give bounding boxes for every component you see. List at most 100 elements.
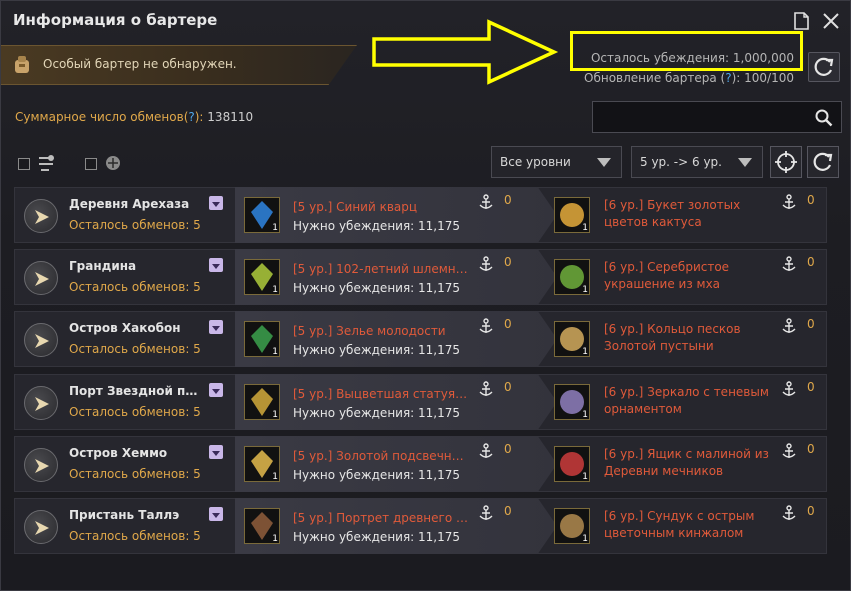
shadow-mirror-icon[interactable]: 1: [554, 384, 590, 420]
faded-statue-icon[interactable]: 1: [244, 384, 280, 420]
navigate-button[interactable]: [24, 323, 58, 357]
skullcap-plant-icon[interactable]: 1: [244, 259, 280, 295]
give-stock-count: 0: [504, 193, 512, 207]
receive-item-name[interactable]: [6 ур.] Кольцо песков Золотой пустыни: [604, 321, 784, 355]
filter-checkbox-2[interactable]: [85, 158, 97, 170]
conviction-required: Нужно убеждения: 11,175: [293, 281, 461, 295]
receive-stock-count: 0: [807, 193, 815, 207]
expand-chevron-icon[interactable]: [209, 196, 223, 210]
ancient-portrait-icon[interactable]: 1: [244, 508, 280, 544]
close-icon[interactable]: [821, 11, 841, 31]
receive-item-name[interactable]: [6 ур.] Ящик с малиной из Деревни мечник…: [604, 446, 784, 480]
moss-ornament-icon[interactable]: 1: [554, 259, 590, 295]
total-exchanges-sep: ):: [194, 110, 208, 124]
total-exchanges-value: 138110: [207, 110, 254, 124]
search-input[interactable]: [592, 101, 842, 133]
golden-cactus-bouquet-icon[interactable]: 1: [554, 197, 590, 233]
town-name: Остров Хеммо: [69, 446, 168, 460]
barter-route-icon: [39, 155, 54, 171]
expand-chevron-icon[interactable]: [209, 445, 223, 459]
navigate-arrow-icon: [35, 521, 49, 535]
exchanges-left: Осталось обменов: 5: [69, 467, 201, 481]
anchor-icon: [479, 505, 493, 520]
item-count: 1: [272, 285, 278, 295]
barter-row[interactable]: Порт Звездной пол... Осталось обменов: 5…: [14, 374, 827, 430]
barter-row[interactable]: Пристань Таллэ Осталось обменов: 5 1 [5 …: [14, 498, 827, 554]
expand-chevron-icon[interactable]: [209, 258, 223, 272]
refresh-icon: [813, 152, 833, 171]
receive-stock-count: 0: [807, 255, 815, 269]
barter-refresh-suffix: ): 100/100: [731, 71, 794, 85]
exchanges-left: Осталось обменов: 5: [69, 218, 201, 232]
level-filter-label: Все уровни: [500, 155, 571, 169]
item-count: 1: [272, 410, 278, 420]
receive-item-name[interactable]: [6 ур.] Сундук с острым цветочным кинжал…: [604, 508, 784, 542]
navigate-button[interactable]: [24, 261, 58, 295]
blue-crystal-icon[interactable]: 1: [244, 197, 280, 233]
barter-row[interactable]: Остров Хеммо Осталось обменов: 5 1 [5 ур…: [14, 436, 827, 492]
refresh-icon: [814, 57, 834, 76]
item-count: 1: [272, 223, 278, 233]
barter-refresh-count: Обновление бартера (?): 100/100: [584, 71, 794, 85]
item-count: 1: [582, 534, 588, 544]
anchor-icon: [782, 505, 796, 520]
navigate-arrow-icon: [35, 272, 49, 286]
anchor-icon: [479, 194, 493, 209]
navigate-arrow-icon: [35, 334, 49, 348]
navigate-button[interactable]: [24, 448, 58, 482]
give-item-name[interactable]: [5 ур.] Выцветшая статуя ...: [293, 387, 468, 401]
navigate-button[interactable]: [24, 386, 58, 420]
navigate-button[interactable]: [24, 199, 58, 233]
give-stock-count: 0: [504, 380, 512, 394]
barter-refresh-button[interactable]: [808, 52, 840, 82]
raspberry-crate-icon[interactable]: 1: [554, 446, 590, 482]
receive-item-name[interactable]: [6 ур.] Зеркало с теневым орнаментом: [604, 384, 784, 418]
barter-row[interactable]: Деревня Арехаза Осталось обменов: 5 1 [5…: [14, 187, 827, 243]
conviction-required: Нужно убеждения: 11,175: [293, 530, 461, 544]
dagger-chest-icon[interactable]: 1: [554, 508, 590, 544]
level-filter-dropdown[interactable]: Все уровни: [491, 146, 622, 178]
golden-candlestick-icon[interactable]: 1: [244, 446, 280, 482]
filter-checkbox-1[interactable]: [18, 158, 30, 170]
give-stock-count: 0: [504, 255, 512, 269]
tier-filter-dropdown[interactable]: 5 ур. -> 6 ур.: [631, 146, 763, 178]
locate-button[interactable]: [770, 146, 802, 178]
conviction-required: Нужно убеждения: 11,175: [293, 468, 461, 482]
town-name: Грандина: [69, 259, 137, 273]
give-item-name[interactable]: [5 ур.] 102-летний шлемник: [293, 262, 468, 276]
barter-row[interactable]: Грандина Осталось обменов: 5 1 [5 ур.] 1…: [14, 249, 827, 305]
anchor-icon: [782, 443, 796, 458]
receive-stock-count: 0: [807, 504, 815, 518]
anchor-icon: [782, 256, 796, 271]
youth-potion-icon[interactable]: 1: [244, 321, 280, 357]
give-item-name[interactable]: [5 ур.] Зелье молодости: [293, 324, 468, 338]
expand-chevron-icon[interactable]: [209, 507, 223, 521]
document-icon[interactable]: [794, 12, 809, 30]
give-item-name[interactable]: [5 ур.] Золотой подсвечни...: [293, 449, 468, 463]
exchanges-left: Осталось обменов: 5: [69, 342, 201, 356]
receive-item-name[interactable]: [6 ур.] Серебристое украшение из мха: [604, 259, 784, 293]
expand-chevron-icon[interactable]: [209, 383, 223, 397]
navigate-arrow-icon: [35, 397, 49, 411]
receive-stock-count: 0: [807, 317, 815, 331]
item-count: 1: [582, 347, 588, 357]
chevron-down-icon: [597, 158, 611, 167]
receive-item-name[interactable]: [6 ур.] Букет золотых цветов кактуса: [604, 197, 784, 231]
navigate-arrow-icon: [35, 210, 49, 224]
list-refresh-button[interactable]: [807, 146, 839, 178]
exchanges-left: Осталось обменов: 5: [69, 280, 201, 294]
barter-row[interactable]: Остров Хакобон Осталось обменов: 5 1 [5 …: [14, 311, 827, 367]
search-icon[interactable]: [815, 109, 833, 127]
barter-refresh-prefix: Обновление бартера (: [584, 71, 726, 85]
town-name: Пристань Таллэ: [69, 508, 180, 522]
merchant-bag-icon: [15, 56, 29, 73]
expand-chevron-icon[interactable]: [209, 320, 223, 334]
anchor-icon: [479, 443, 493, 458]
conviction-required: Нужно убеждения: 11,175: [293, 219, 461, 233]
give-stock-count: 0: [504, 504, 512, 518]
sand-ring-icon[interactable]: 1: [554, 321, 590, 357]
give-item-name[interactable]: [5 ур.] Синий кварц: [293, 200, 468, 214]
navigate-arrow-icon: [35, 459, 49, 473]
navigate-button[interactable]: [24, 510, 58, 544]
give-item-name[interactable]: [5 ур.] Портрет древнего ч...: [293, 511, 468, 525]
